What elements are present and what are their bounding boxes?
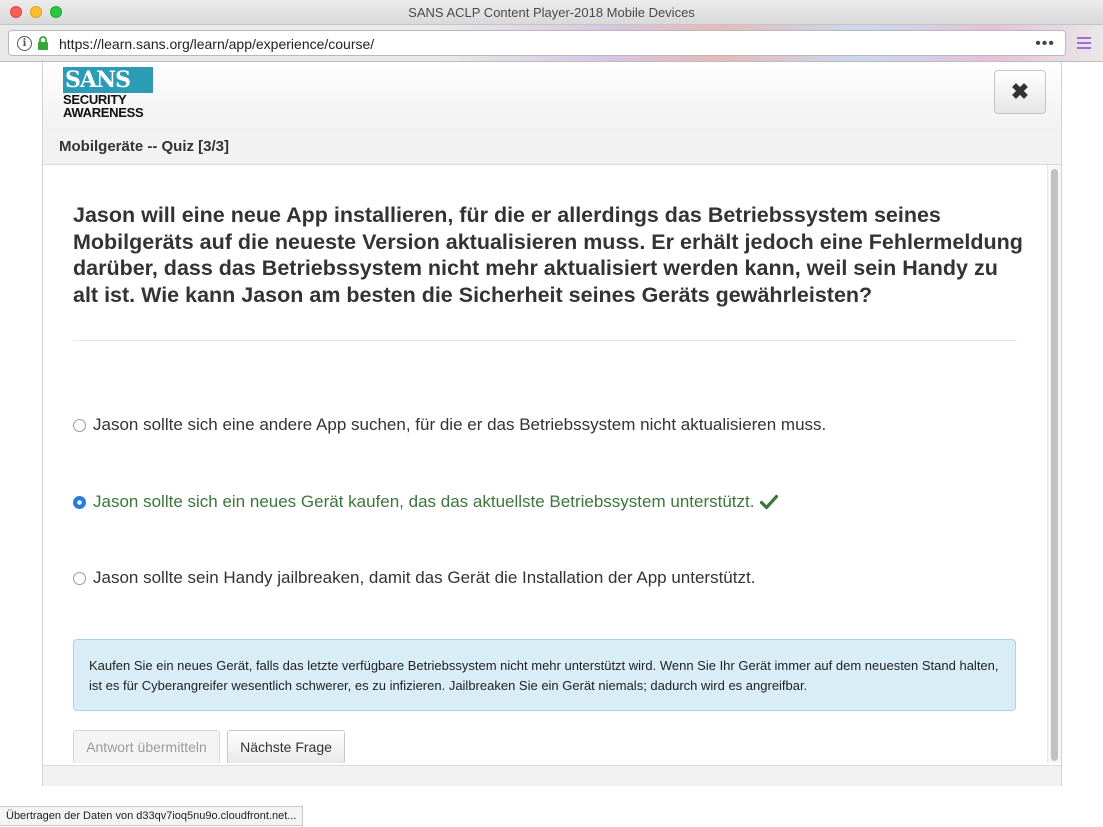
- logo-line-2: AWARENESS: [63, 105, 144, 120]
- player-footer: [43, 765, 1061, 786]
- question-divider: [73, 340, 1017, 341]
- quiz-question: Jason will eine neue App installieren, f…: [73, 203, 1023, 307]
- next-question-button[interactable]: Nächste Frage: [227, 730, 345, 763]
- radio-button-selected[interactable]: [73, 495, 86, 509]
- close-player-button[interactable]: ✖: [994, 70, 1046, 114]
- url-text[interactable]: https://learn.sans.org/learn/app/experie…: [59, 36, 374, 52]
- answer-label: Jason sollte sein Handy jailbreaken, dam…: [93, 568, 756, 587]
- answer-option-2[interactable]: Jason sollte sich ein neues Gerät kaufen…: [73, 492, 779, 512]
- scrollbar-thumb[interactable]: [1051, 169, 1058, 761]
- sans-logo: SANS SECURITY AWARENESS: [63, 67, 153, 122]
- content-scrollbar[interactable]: [1047, 165, 1061, 763]
- feedback-panel: Kaufen Sie ein neues Gerät, falls das le…: [73, 639, 1016, 711]
- answer-option-1[interactable]: Jason sollte sich eine andere App suchen…: [73, 415, 826, 435]
- hamburger-menu-icon[interactable]: [1077, 34, 1091, 52]
- breadcrumb: Mobilgeräte -- Quiz [3/3]: [43, 130, 1061, 165]
- checkmark-icon: [760, 494, 779, 510]
- content-player: SANS SECURITY AWARENESS ✖ Mobilgeräte --…: [42, 62, 1062, 786]
- answer-label: Jason sollte sich eine andere App suchen…: [93, 415, 827, 434]
- player-header: SANS SECURITY AWARENESS ✖: [43, 62, 1061, 131]
- answer-option-3[interactable]: Jason sollte sein Handy jailbreaken, dam…: [73, 568, 755, 588]
- radio-button[interactable]: [73, 418, 86, 432]
- window-titlebar: SANS ACLP Content Player-2018 Mobile Dev…: [0, 0, 1103, 25]
- url-redaction: [397, 37, 757, 49]
- submit-answer-button[interactable]: Antwort übermitteln: [73, 730, 220, 763]
- answer-label: Jason sollte sich ein neues Gerät kaufen…: [93, 492, 755, 511]
- address-bar[interactable]: i https://learn.sans.org/learn/app/exper…: [8, 30, 1066, 56]
- lock-icon: [38, 36, 48, 50]
- browser-toolbar: i https://learn.sans.org/learn/app/exper…: [0, 25, 1103, 62]
- quiz-content: Jason will eine neue App installieren, f…: [43, 165, 1047, 763]
- radio-button[interactable]: [73, 571, 86, 585]
- page-actions-icon[interactable]: •••: [1035, 35, 1055, 53]
- logo-brand: SANS: [63, 67, 153, 93]
- browser-status-bar: Übertragen der Daten von d33qv7ioq5nu9o.…: [0, 806, 304, 826]
- page-title: Mobilgeräte -- Quiz [3/3]: [59, 138, 230, 155]
- info-icon[interactable]: i: [17, 36, 32, 51]
- window-title: SANS ACLP Content Player-2018 Mobile Dev…: [408, 5, 695, 20]
